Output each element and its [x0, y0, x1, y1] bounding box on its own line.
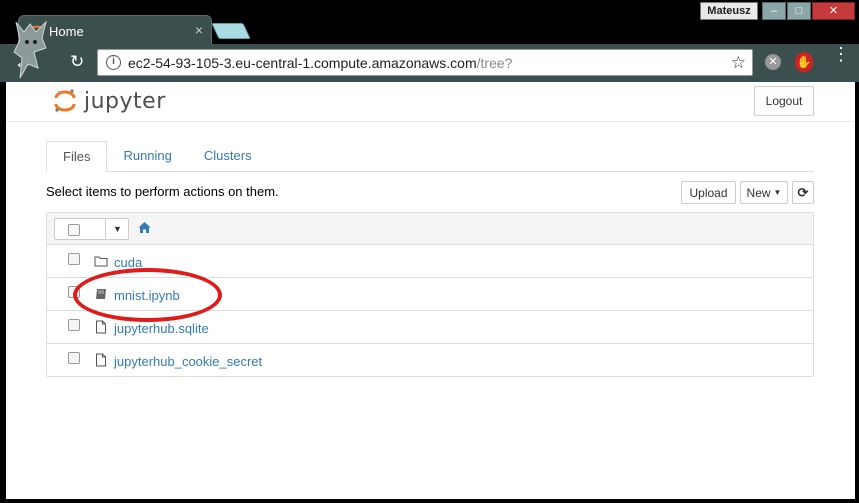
file-row[interactable]: cuda [47, 245, 813, 278]
close-window-button[interactable]: ✕ [812, 2, 855, 20]
tab-clusters[interactable]: Clusters [188, 141, 268, 172]
refresh-button[interactable]: ⟳ [792, 181, 814, 204]
file-icon [96, 353, 106, 367]
jupyter-header: jupyter Logout [6, 82, 855, 122]
file-row[interactable]: mnist.ipynb [47, 278, 813, 311]
title-bar: Home × Mateusz – □ ✕ [0, 0, 859, 45]
url-host: ec2-54-93-105-3.eu-central-1.compute.ama… [128, 55, 477, 71]
row-checkbox[interactable] [68, 319, 80, 331]
jupyter-page: jupyter Logout Files Running Clusters Se… [6, 82, 855, 499]
window-controls: – □ ✕ [762, 2, 855, 20]
file-icon [96, 320, 106, 334]
file-row[interactable]: jupyterhub_cookie_secret [47, 344, 813, 377]
bookmark-star-icon[interactable]: ☆ [731, 53, 746, 73]
file-link[interactable]: jupyterhub.sqlite [114, 321, 209, 336]
jupyter-logo[interactable]: jupyter [54, 88, 166, 114]
info-icon[interactable]: i [106, 55, 121, 70]
jupyter-tabs: Files Running Clusters [46, 141, 814, 172]
row-checkbox[interactable] [68, 286, 80, 298]
file-row[interactable]: jupyterhub.sqlite [47, 311, 813, 344]
new-button-label: New [746, 185, 771, 200]
file-list-header: ▼ [47, 213, 813, 245]
file-list: ▼ cuda mnist.ipynb jupyterhub.sqlite jup… [46, 212, 814, 377]
minimize-button[interactable]: – [762, 2, 786, 20]
row-checkbox[interactable] [68, 253, 80, 265]
adblock-extension-icon[interactable]: ✋ [795, 52, 813, 72]
logout-button[interactable]: Logout [754, 86, 814, 116]
reload-icon[interactable]: ↻ [70, 52, 84, 72]
tab-running[interactable]: Running [107, 141, 187, 172]
jupyter-logo-text: jupyter [84, 88, 166, 114]
row-checkbox[interactable] [68, 352, 80, 364]
extension-icon[interactable]: ✕ [765, 54, 781, 70]
browser-window: Home × Mateusz – □ ✕ ← ↻ i ec2-54-93-105… [0, 0, 859, 503]
upload-button[interactable]: Upload [681, 181, 736, 204]
menu-dots-icon[interactable]: ⋮ [832, 45, 850, 63]
url-text: ec2-54-93-105-3.eu-central-1.compute.ama… [128, 55, 512, 71]
file-link[interactable]: jupyterhub_cookie_secret [114, 354, 262, 369]
select-all-dropdown[interactable]: ▼ [54, 218, 129, 240]
caret-down-icon[interactable]: ▼ [105, 219, 129, 239]
select-all-checkbox[interactable] [68, 224, 80, 236]
profile-button[interactable]: Mateusz [700, 2, 758, 20]
maximize-button[interactable]: □ [787, 2, 811, 20]
tab-title: Home [49, 24, 84, 39]
url-path: /tree? [476, 55, 513, 71]
file-link[interactable]: mnist.ipynb [114, 288, 180, 303]
tab-files[interactable]: Files [46, 141, 108, 172]
refresh-icon: ⟳ [797, 184, 809, 200]
notebook-icon [96, 289, 106, 299]
browser-avatar-icon [13, 20, 47, 79]
folder-icon [94, 256, 108, 267]
jupyter-logo-icon [54, 89, 76, 112]
file-link[interactable]: cuda [114, 255, 142, 270]
caret-down-icon: ▼ [773, 188, 782, 197]
tab-close-icon[interactable]: × [195, 22, 203, 38]
selection-hint: Select items to perform actions on them. [46, 184, 279, 199]
new-tab-button[interactable] [211, 23, 251, 39]
address-bar[interactable]: i ec2-54-93-105-3.eu-central-1.compute.a… [97, 49, 753, 76]
browser-toolbar: ← ↻ i ec2-54-93-105-3.eu-central-1.compu… [0, 44, 859, 82]
new-dropdown-button[interactable]: New ▼ [740, 181, 788, 204]
home-icon[interactable] [138, 221, 151, 234]
